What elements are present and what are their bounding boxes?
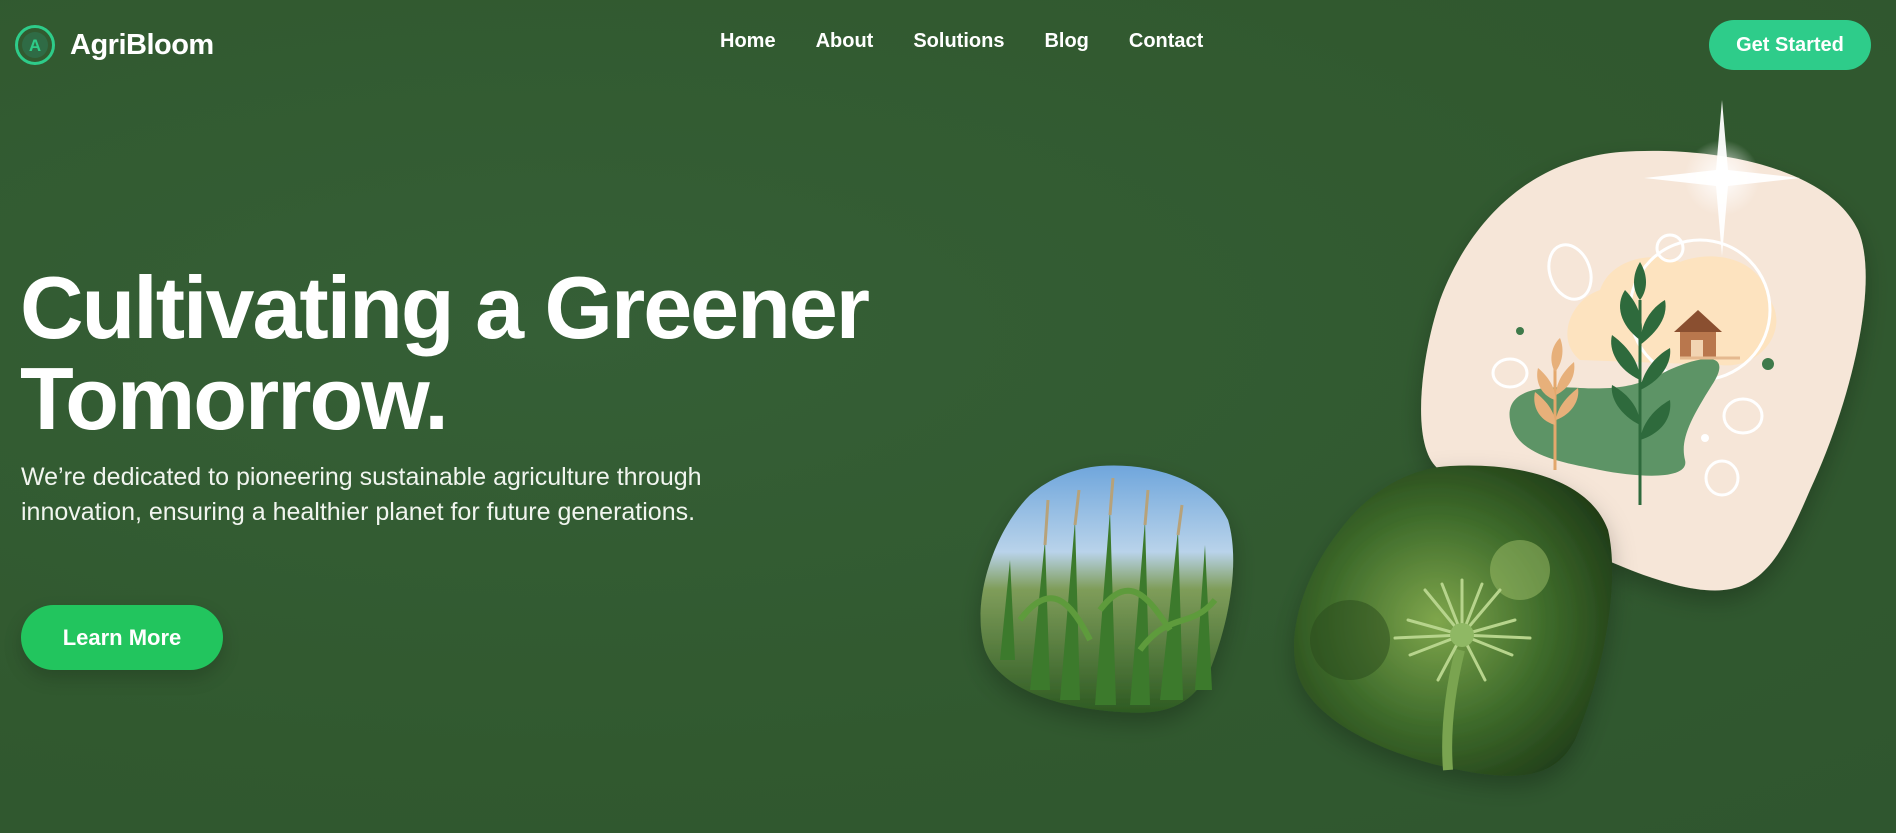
hero-artwork	[980, 100, 1866, 776]
